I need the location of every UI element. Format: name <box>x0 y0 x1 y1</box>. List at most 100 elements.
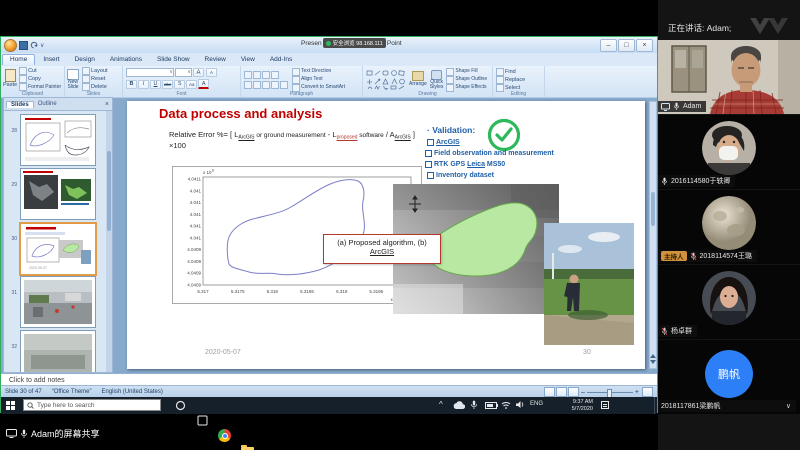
find-button[interactable]: Find <box>496 68 541 76</box>
zoom-slider[interactable] <box>587 392 633 393</box>
action-center-icon[interactable] <box>601 401 609 409</box>
new-slide-button[interactable]: New Slide <box>67 69 79 90</box>
normal-view-button[interactable] <box>544 387 555 397</box>
tab-design[interactable]: Design <box>68 55 102 65</box>
previous-slide-button[interactable] <box>650 352 656 358</box>
bold-button[interactable]: B <box>126 80 137 89</box>
zoom-out-button[interactable]: – <box>581 389 585 396</box>
close-panel-button[interactable]: × <box>105 101 109 108</box>
align-text-button[interactable]: Align Text <box>292 76 345 84</box>
align-right-icon[interactable] <box>262 81 270 89</box>
underline-button[interactable]: U <box>150 80 161 89</box>
paste-button[interactable]: Paste <box>3 69 17 89</box>
indent-decrease-icon[interactable] <box>262 71 270 79</box>
show-desktop-sliver[interactable] <box>654 397 657 414</box>
bullets-icon[interactable] <box>244 71 252 79</box>
tab-animations[interactable]: Animations <box>103 55 149 65</box>
zoom-in-button[interactable]: + <box>635 389 639 396</box>
close-button[interactable]: × <box>636 39 653 52</box>
undo-icon[interactable] <box>30 41 38 49</box>
qat-dropdown-icon[interactable]: ∨ <box>40 42 44 49</box>
network-icon[interactable] <box>501 400 511 409</box>
participant-tile-liang[interactable]: 鹏帆 2018117861梁鹏帆 ∨ <box>658 340 800 414</box>
text-direction-button[interactable]: Text Direction <box>292 68 345 76</box>
chrome-icon[interactable] <box>217 429 232 444</box>
shadow-button[interactable]: S <box>174 80 185 89</box>
shape-outline-button[interactable]: Shape Outline <box>446 76 487 84</box>
maximize-button[interactable]: □ <box>618 39 635 52</box>
tab-view[interactable]: View <box>234 55 262 65</box>
cut-icon <box>19 67 27 75</box>
svg-text:4.0409: 4.0409 <box>187 259 201 264</box>
strikethrough-button[interactable]: abc <box>162 80 173 89</box>
shrink-font-button[interactable]: A <box>206 68 217 77</box>
replace-button[interactable]: Replace <box>496 76 541 84</box>
tab-slide-show[interactable]: Slide Show <box>150 55 197 65</box>
tray-mic-icon[interactable] <box>470 400 478 410</box>
slide-scrollbar[interactable] <box>649 101 657 369</box>
next-slide-button[interactable] <box>650 360 656 366</box>
cut-button[interactable]: Cut <box>19 67 61 75</box>
slides-tab[interactable]: Slides <box>6 101 34 108</box>
delete-button[interactable]: Delete <box>82 83 108 91</box>
align-left-icon[interactable] <box>244 81 252 89</box>
language-indicator[interactable]: ENG <box>530 401 543 407</box>
arrange-button[interactable]: Arrange <box>409 71 427 88</box>
numbering-icon[interactable] <box>253 71 261 79</box>
slide-thumbnail-30-selected[interactable]: 2020-05-07 <box>19 222 97 276</box>
tab-insert[interactable]: Insert <box>36 55 66 65</box>
participant-tile-yu[interactable]: 2016114580于轶卿 <box>658 115 800 189</box>
participant-tile-adam[interactable]: Adam <box>658 40 800 114</box>
participant-tile-wang[interactable]: 主持人 2018114574王璐 <box>658 190 800 264</box>
slide-thumbnail-28[interactable] <box>20 114 96 166</box>
task-view-button[interactable] <box>195 413 210 428</box>
justify-icon[interactable] <box>271 81 279 89</box>
slide-thumbnail-29[interactable] <box>20 168 96 220</box>
taskbar-search-box[interactable]: Type here to search <box>23 399 161 411</box>
chevron-down-icon[interactable]: ∨ <box>786 402 791 410</box>
slide-sorter-view-button[interactable] <box>556 387 567 397</box>
participant-name: 杨卓群 <box>671 326 692 336</box>
font-name-select[interactable]: ∨ <box>126 68 174 77</box>
clock[interactable]: 9:37 AM5/7/2020 <box>549 399 593 412</box>
slideshow-view-button[interactable] <box>568 387 579 397</box>
font-color-button[interactable]: A <box>198 79 209 89</box>
security-overlay-badge: 安全浏览 98.168.111 <box>323 38 386 48</box>
fit-to-window-button[interactable] <box>642 387 653 397</box>
reset-button[interactable]: Reset <box>82 75 108 83</box>
format-painter-button[interactable]: Format Painter <box>19 83 61 91</box>
shapes-gallery[interactable] <box>366 70 406 90</box>
language-status[interactable]: English (United States) <box>102 389 163 395</box>
quick-styles-button[interactable]: Quick Styles <box>430 70 444 90</box>
change-case-button[interactable]: Aa <box>186 80 197 89</box>
minimize-button[interactable]: – <box>600 39 617 52</box>
cortana-button[interactable] <box>173 398 188 413</box>
tray-expand-caret[interactable]: ^ <box>439 400 443 409</box>
onedrive-cloud-icon[interactable] <box>453 401 465 410</box>
figure-caption-box[interactable]: (a) Proposed algorithm, (b) ArcGIS <box>323 234 441 264</box>
indent-increase-icon[interactable] <box>271 71 279 79</box>
tab-review[interactable]: Review <box>198 55 233 65</box>
shape-fill-button[interactable]: Shape Fill <box>446 68 487 76</box>
tab-home[interactable]: Home <box>2 54 35 65</box>
save-icon[interactable] <box>19 41 28 50</box>
slide-thumbnail-32[interactable] <box>20 330 96 373</box>
battery-icon[interactable] <box>485 402 497 409</box>
start-button[interactable] <box>6 401 15 410</box>
outline-tab[interactable]: Outline <box>34 101 61 107</box>
office-orb-icon[interactable] <box>4 39 17 52</box>
grow-font-button[interactable]: A <box>193 68 204 77</box>
slides-panel-scrollbar[interactable] <box>106 111 112 373</box>
font-size-select[interactable]: ∨ <box>175 68 192 77</box>
tab-add-ins[interactable]: Add-Ins <box>263 55 299 65</box>
layout-button[interactable]: Layout <box>82 67 108 75</box>
volume-icon[interactable] <box>515 400 525 409</box>
copy-button[interactable]: Copy <box>19 75 61 83</box>
ppt-title-bar[interactable]: ∨ Presen 安全浏览 98.168.111 Point – □ × <box>1 37 657 54</box>
align-center-icon[interactable] <box>253 81 261 89</box>
slide-thumbnail-31[interactable] <box>20 276 96 328</box>
participant-tile-yang[interactable]: 杨卓群 <box>658 265 800 339</box>
columns-icon[interactable] <box>280 81 288 89</box>
slide-canvas[interactable]: Data process and analysis Relative Error… <box>127 101 645 369</box>
italic-button[interactable]: I <box>138 80 149 89</box>
